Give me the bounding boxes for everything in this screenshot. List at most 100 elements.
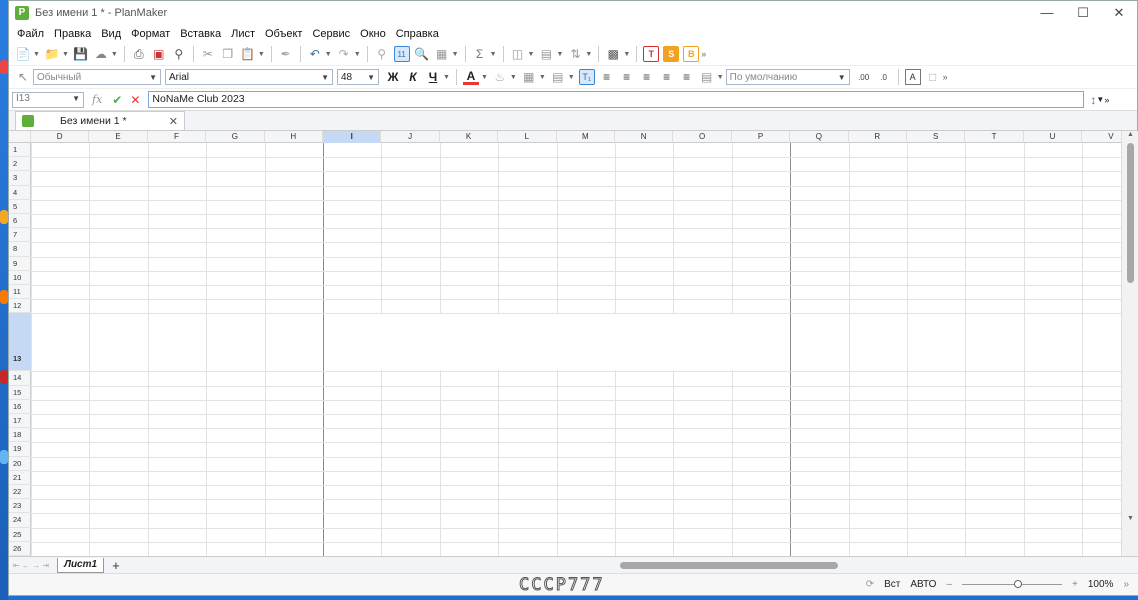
fill-color-icon[interactable]: ♨ <box>492 69 508 85</box>
undo-icon[interactable]: ↶ <box>307 46 323 62</box>
formula-input[interactable]: NoNaMe Club 2023 <box>148 91 1085 108</box>
table-view-icon[interactable]: ▦ <box>434 46 450 62</box>
text-top-icon[interactable]: T₁ <box>578 69 595 85</box>
increase-decimals-icon[interactable]: .00 <box>856 69 872 85</box>
align-center-icon[interactable]: ≡ <box>619 69 635 85</box>
open-folder-icon[interactable]: 📁 <box>44 46 60 62</box>
row-header-12[interactable]: 12 <box>9 299 31 314</box>
row-header-2[interactable]: 2 <box>9 157 31 172</box>
scroll-up-icon[interactable]: ▲ <box>1127 131 1134 138</box>
zoom-level[interactable]: 100% <box>1088 579 1114 590</box>
row-header-19[interactable]: 19 <box>9 442 31 457</box>
select-all-corner[interactable] <box>9 131 31 143</box>
selected-cell-range[interactable] <box>325 314 789 371</box>
more-icon[interactable]: » <box>1123 579 1129 590</box>
b-mode-icon[interactable]: B <box>683 46 700 62</box>
cell-frame-icon[interactable]: ▤ <box>699 69 715 85</box>
cell-reference-box[interactable]: I13 ▼ <box>12 91 84 108</box>
menu-file[interactable]: Файл <box>12 28 49 40</box>
menu-object[interactable]: Объект <box>260 28 307 40</box>
menu-format[interactable]: Формат <box>126 28 175 40</box>
row-header-5[interactable]: 5 <box>9 200 31 214</box>
vertical-scrollbar[interactable]: ▲ ▼ <box>1121 131 1138 556</box>
cloud-icon[interactable]: ☁ <box>93 46 109 62</box>
row-header-10[interactable]: 10 <box>9 271 31 285</box>
font-color-icon[interactable]: A <box>462 69 479 85</box>
format-painter-icon[interactable]: ✒ <box>278 46 294 62</box>
column-header-n[interactable]: N <box>615 131 674 143</box>
menu-tools[interactable]: Сервис <box>307 28 355 40</box>
confirm-icon[interactable]: ✔ <box>112 93 122 107</box>
menu-view[interactable]: Вид <box>96 28 126 40</box>
pdf-export-icon[interactable]: ▣ <box>151 46 167 62</box>
row-header-15[interactable]: 15 <box>9 386 31 400</box>
decrease-decimals-icon[interactable]: .0 <box>876 69 892 85</box>
font-combo[interactable]: Arial ▼ <box>165 69 333 85</box>
column-header-h[interactable]: H <box>265 131 323 143</box>
new-file-icon[interactable]: 📄 <box>15 46 31 62</box>
column-header-s[interactable]: S <box>907 131 966 143</box>
horizontal-scroll-thumb[interactable] <box>620 562 838 569</box>
redo-icon[interactable]: ↷ <box>336 46 352 62</box>
column-header-m[interactable]: M <box>557 131 615 143</box>
cut-icon[interactable]: ✂ <box>200 46 216 62</box>
row-header-3[interactable]: 3 <box>9 171 31 186</box>
align-left-icon[interactable]: ≡ <box>599 69 615 85</box>
row-header-21[interactable]: 21 <box>9 471 31 485</box>
column-header-i[interactable]: I <box>323 131 382 143</box>
default-combo[interactable]: По умолчанию ▼ <box>725 69 850 85</box>
minimize-button[interactable]: — <box>1029 1 1065 25</box>
copy-icon[interactable]: ❐ <box>220 46 236 62</box>
print-preview-icon[interactable]: ⚲ <box>171 46 187 62</box>
scroll-down-icon[interactable]: ▼ <box>1127 515 1134 522</box>
column-header-q[interactable]: Q <box>790 131 849 143</box>
row-header-8[interactable]: 8 <box>9 242 31 257</box>
column-header-o[interactable]: O <box>673 131 732 143</box>
filter-icon[interactable]: ▤ <box>538 46 554 62</box>
menu-edit[interactable]: Правка <box>49 28 96 40</box>
underline-button[interactable]: Ч <box>425 69 441 85</box>
style-combo[interactable]: Обычный ▼ <box>33 69 161 85</box>
text-box-icon[interactable]: A <box>904 69 921 85</box>
wrap-text-icon[interactable]: ≡ <box>679 69 695 85</box>
row-header-1[interactable]: 1 <box>9 143 31 158</box>
sheet-nav-icons[interactable]: ⇤ ← → ⇥ <box>13 561 49 570</box>
font-size-combo[interactable]: 48 ▼ <box>337 69 379 85</box>
search-icon[interactable]: ⚲ <box>374 46 390 62</box>
calc-mode[interactable]: АВТО <box>910 579 936 590</box>
column-header-f[interactable]: F <box>148 131 207 143</box>
sort-icon[interactable]: ⇅ <box>567 46 583 62</box>
column-header-r[interactable]: R <box>849 131 907 143</box>
zoom-icon[interactable]: 🔍 <box>414 46 430 62</box>
row-header-24[interactable]: 24 <box>9 513 31 528</box>
column-header-g[interactable]: G <box>206 131 265 143</box>
paste-icon[interactable]: 📋 <box>240 46 256 62</box>
row-header-22[interactable]: 22 <box>9 485 31 500</box>
insert-mode[interactable]: Вст <box>884 579 900 590</box>
zoom-out-button[interactable]: – <box>946 579 952 590</box>
maximize-button[interactable]: ☐ <box>1065 1 1101 25</box>
sum-icon[interactable]: Σ <box>472 46 488 62</box>
row-header-18[interactable]: 18 <box>9 428 31 443</box>
row-header-4[interactable]: 4 <box>9 186 31 200</box>
row-header-7[interactable]: 7 <box>9 228 31 243</box>
column-header-j[interactable]: J <box>381 131 440 143</box>
text-mode-icon[interactable]: T <box>643 46 660 62</box>
column-header-p[interactable]: P <box>732 131 791 143</box>
document-tab[interactable]: Без имени 1 * ✕ <box>15 111 185 130</box>
align-right-icon[interactable]: ≡ <box>639 69 655 85</box>
column-header-e[interactable]: E <box>89 131 148 143</box>
zoom-slider[interactable] <box>962 580 1063 588</box>
row-header-6[interactable]: 6 <box>9 214 31 229</box>
row-header-9[interactable]: 9 <box>9 257 31 271</box>
cancel-icon[interactable]: ✕ <box>130 93 140 107</box>
horizontal-scrollbar[interactable] <box>574 560 1119 570</box>
column-header-l[interactable]: L <box>498 131 557 143</box>
sheet-tab[interactable]: Лист1 <box>57 557 105 573</box>
merge-cells-icon[interactable]: ▤ <box>550 69 566 85</box>
page-view-icon[interactable]: 11 <box>393 46 410 62</box>
cell-area[interactable] <box>31 143 1121 556</box>
frame-icon[interactable]: □ <box>925 69 941 85</box>
zoom-knob[interactable] <box>1014 580 1023 588</box>
row-header-23[interactable]: 23 <box>9 499 31 514</box>
